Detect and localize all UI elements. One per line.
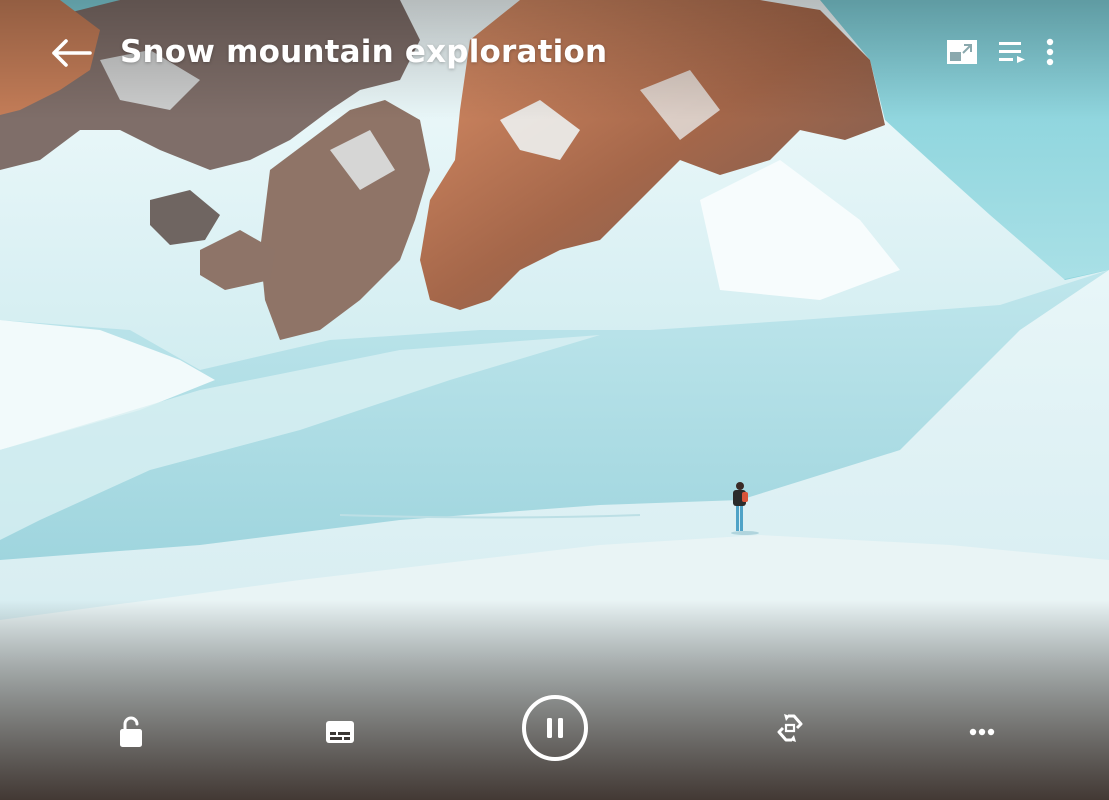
bottom-controls: [0, 680, 1109, 800]
unlock-icon: [120, 716, 142, 747]
pause-button[interactable]: [520, 693, 590, 763]
playlist-button[interactable]: [992, 32, 1032, 72]
more-horizontal-icon: [969, 728, 995, 736]
playlist-icon: [999, 42, 1025, 63]
picture-in-picture-icon: [947, 40, 977, 64]
rotate-screen-icon: [777, 714, 803, 742]
back-button[interactable]: [48, 33, 94, 73]
subtitles-button[interactable]: [320, 712, 360, 752]
more-horizontal-button[interactable]: [962, 712, 1002, 752]
more-vertical-icon: [1046, 38, 1054, 66]
picture-in-picture-button[interactable]: [942, 32, 982, 72]
top-bar: Snow mountain exploration: [0, 0, 1109, 100]
arrow-left-icon: [52, 39, 92, 67]
rotate-screen-button[interactable]: [770, 708, 810, 748]
subtitles-icon: [326, 721, 354, 743]
video-title: Snow mountain exploration: [120, 34, 608, 70]
more-options-button[interactable]: [1030, 32, 1070, 72]
pause-icon: [522, 695, 588, 761]
lock-button[interactable]: [111, 710, 151, 754]
